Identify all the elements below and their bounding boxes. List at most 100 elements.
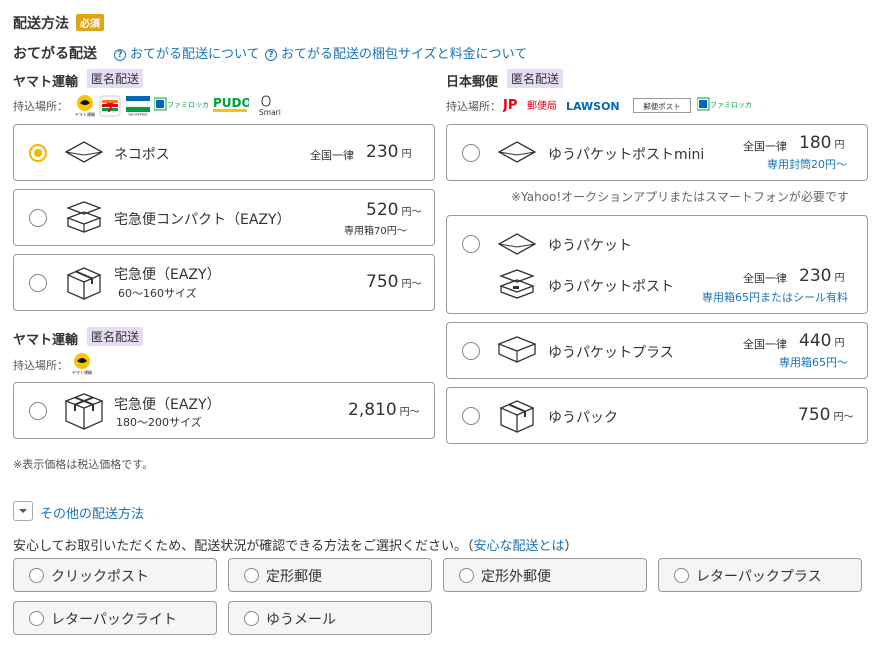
post-office-logo: JP 郵便局: [502, 96, 563, 116]
radio-takkyubin-compact[interactable]: [29, 209, 47, 227]
option-teikei-yubin[interactable]: 定形郵便: [228, 558, 432, 592]
option-name: ゆうパケットポストmini: [548, 147, 705, 163]
option-name: 定形外郵便: [481, 569, 551, 585]
radio-yumail[interactable]: [244, 611, 259, 626]
option-teikeigai-yubin[interactable]: 定形外郵便: [443, 558, 647, 592]
help-icon: ?: [265, 49, 277, 61]
about-otegaru-link[interactable]: ? おてがる配送について: [114, 43, 260, 62]
familymart-logo: FamilyMart: [125, 96, 151, 117]
svg-text:ファミロッカー: ファミロッカー: [167, 101, 208, 109]
option-yupack[interactable]: ゆうパック 750 円〜: [446, 387, 868, 444]
envelope-icon: [497, 233, 537, 255]
yupacket-post-icon: [499, 269, 535, 299]
plus-box-icon: [497, 336, 537, 363]
price-value: 750 円〜: [798, 405, 854, 425]
radio-teikeigai-yubin[interactable]: [459, 568, 474, 583]
option-takkyubin-large[interactable]: 宅急便（EAZY） 180〜200サイズ 2,810 円〜: [13, 382, 435, 439]
lawson-logo: LAWSON: [566, 98, 630, 118]
famirocker-logo: ファミロッカー: [153, 97, 216, 117]
required-badge: 必須: [76, 14, 104, 31]
pudo-logo: PUDO: [213, 95, 252, 115]
option-letterpack-light[interactable]: レターパックライト: [13, 601, 217, 635]
radio-takkyubin-large[interactable]: [29, 402, 47, 420]
price-value: 750 円〜: [366, 272, 422, 292]
radio-yupacket-plus[interactable]: [462, 342, 480, 360]
option-letterpack-plus[interactable]: レターパックプラス: [658, 558, 862, 592]
otegaru-title: おてがる配送: [13, 46, 97, 62]
radio-nekopos[interactable]: [29, 144, 47, 162]
radio-takkyubin[interactable]: [29, 274, 47, 292]
option-name: ゆうパック: [548, 410, 618, 426]
option-name: ゆうパケット: [548, 238, 632, 254]
option-name: クリックポスト: [51, 569, 149, 585]
radio-teikei-yubin[interactable]: [244, 568, 259, 583]
price-note: 専用箱70円〜: [344, 226, 407, 237]
svg-text:FamilyMart: FamilyMart: [128, 113, 148, 117]
other-methods-toggle-button[interactable]: [13, 501, 33, 521]
anonymous-badge: 匿名配送: [507, 69, 564, 88]
option-takkyubin[interactable]: 宅急便（EAZY） 60〜160サイズ 750 円〜: [13, 254, 435, 311]
yamato-logo: ヤマト運輸: [70, 352, 94, 375]
radio-yupack[interactable]: [462, 407, 480, 425]
yamato-text: ヤマト運輸: [75, 111, 95, 117]
price-value: 180 円: [799, 133, 845, 153]
option-click-post[interactable]: クリックポスト: [13, 558, 217, 592]
pickup-label: 持込場所：: [13, 359, 68, 372]
yamato-carrier-label: ヤマト運輸: [13, 75, 79, 90]
postbox-logo: 郵便ポスト: [633, 98, 691, 118]
option-yupacket-post-mini[interactable]: ゆうパケットポストmini 全国一律 180 円 専用封筒20円〜: [446, 124, 868, 181]
pickup-label: 持込場所：: [446, 100, 501, 113]
option-size: 180〜200サイズ: [116, 416, 202, 429]
price-note: 専用封筒20円〜: [767, 158, 847, 171]
other-methods-link[interactable]: その他の配送方法: [40, 503, 144, 522]
yamato-carrier-label-2: ヤマト運輸: [13, 333, 79, 348]
smari-logo: Smari: [257, 94, 283, 117]
option-name: ゆうメール: [266, 612, 336, 628]
section-title: 配送方法: [13, 16, 69, 32]
price-label: 全国一律: [743, 338, 787, 351]
seven-eleven-logo: 7: [99, 95, 121, 117]
svg-text:JP: JP: [503, 98, 517, 113]
svg-text:LAWSON: LAWSON: [566, 100, 620, 113]
japanpost-carrier-label: 日本郵便: [446, 75, 499, 90]
option-nekopos[interactable]: ネコポス 全国一律 230 円: [13, 124, 435, 181]
option-name: 宅急便コンパクト（EAZY）: [114, 212, 291, 228]
svg-text:7: 7: [106, 101, 114, 115]
yahoo-app-note: ※Yahoo!オークションアプリまたはスマートフォンが必要です: [511, 190, 849, 204]
price-value: 230 円: [366, 142, 412, 162]
svg-text:郵便局: 郵便局: [527, 99, 557, 112]
option-name: ネコポス: [114, 147, 170, 163]
envelope-icon: [497, 141, 537, 163]
option-name: ゆうパケットプラス: [548, 345, 674, 361]
option-yupacket-plus[interactable]: ゆうパケットプラス 全国一律 440 円 専用箱65円〜: [446, 322, 868, 379]
famirocker-logo: ファミロッカー: [696, 97, 759, 117]
otegaru-size-price-link[interactable]: ? おてがる配送の梱包サイズと料金について: [265, 43, 527, 62]
other-methods-description: 安心してお取引いただくため、配送状況が確認できる方法をご選択ください。（安心な配…: [13, 539, 578, 554]
option-yupacket[interactable]: ゆうパケット ゆうパケットポスト 全国一律 230 円 専用箱65円またはシール有…: [446, 215, 868, 314]
svg-text:郵便ポスト: 郵便ポスト: [643, 101, 681, 111]
radio-yupacket-post-mini[interactable]: [462, 144, 480, 162]
box-icon: [499, 400, 535, 433]
compact-box-icon: [66, 201, 102, 233]
safe-shipping-link[interactable]: 安心な配送とは: [473, 539, 564, 554]
radio-click-post[interactable]: [29, 568, 44, 583]
radio-yupacket[interactable]: [462, 235, 480, 253]
option-name: 宅急便（EAZY）: [114, 267, 221, 283]
anonymous-badge: 匿名配送: [87, 327, 144, 346]
price-note: 専用箱65円〜: [779, 356, 848, 369]
price-label: 全国一律: [743, 272, 787, 285]
option-name-2: ゆうパケットポスト: [548, 279, 674, 295]
price-label: 全国一律: [310, 149, 354, 162]
option-name: レターパックプラス: [696, 569, 822, 585]
option-size: 60〜160サイズ: [118, 287, 197, 300]
svg-text:PUDO: PUDO: [213, 96, 249, 110]
option-name: 定形郵便: [266, 569, 322, 585]
yamato-logo: ヤマト運輸: [73, 94, 97, 117]
radio-letterpack-plus[interactable]: [674, 568, 689, 583]
option-yumail[interactable]: ゆうメール: [228, 601, 432, 635]
option-takkyubin-compact[interactable]: 宅急便コンパクト（EAZY） 520 円〜 専用箱70円〜: [13, 189, 435, 246]
radio-letterpack-light[interactable]: [29, 611, 44, 626]
price-value: 2,810 円〜: [348, 400, 420, 420]
envelope-icon: [64, 141, 104, 163]
price-label: 全国一律: [743, 140, 787, 153]
